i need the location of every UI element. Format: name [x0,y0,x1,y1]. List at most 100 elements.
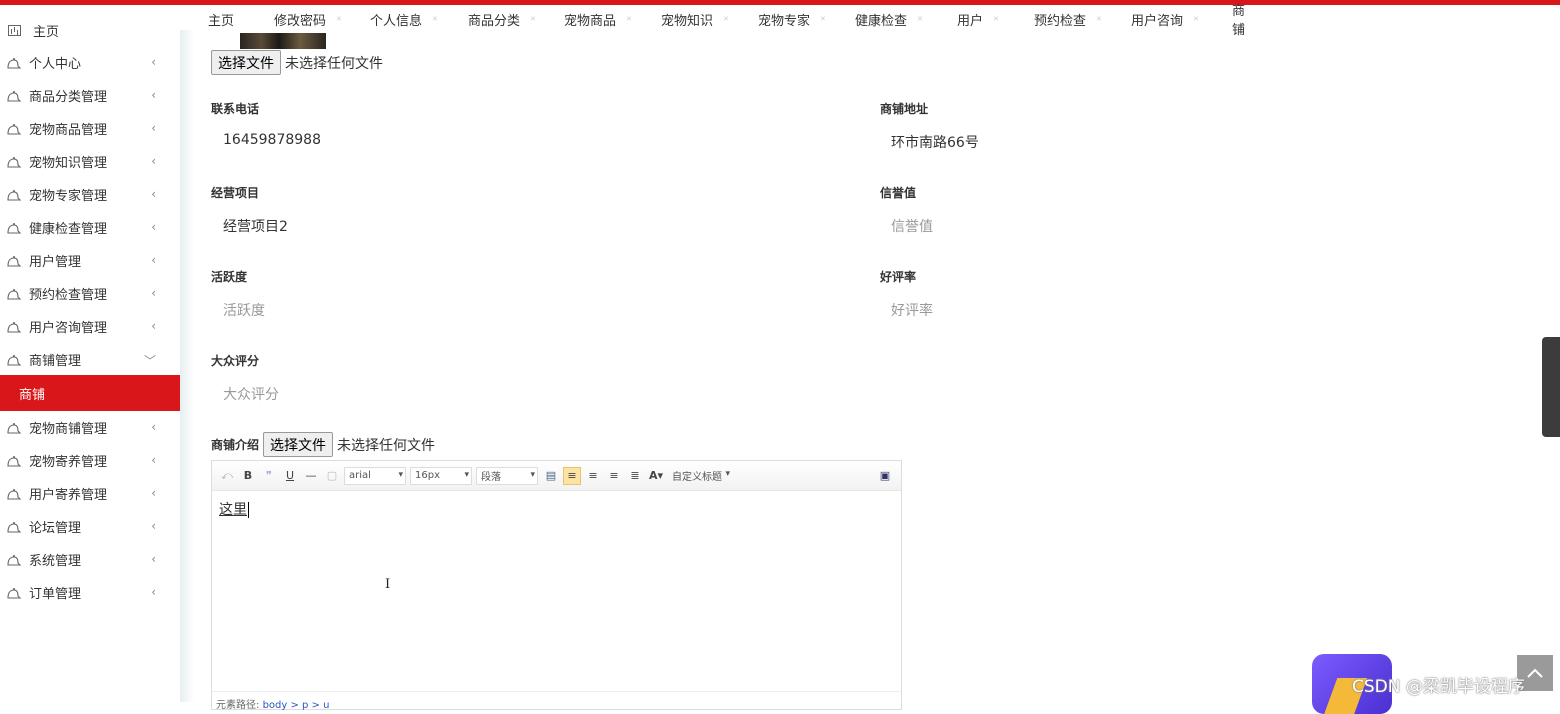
clear-format-icon[interactable]: ▢ [323,467,341,485]
editor-toolbar: ⤺ B ❞ U — ▢ arial 16px 段落 ▤ ≡ ≡ ≡ ≣ A▾ 自… [212,461,901,491]
choose-file-button[interactable]: 选择文件 [263,432,334,457]
business-field[interactable]: 经营项目2 [223,216,288,236]
sidebar-item[interactable]: 宠物寄养管理 ‹ [0,444,180,477]
sidebar-item[interactable]: 系统管理 ‹ [0,543,180,576]
sidebar-item[interactable]: 预约检查管理 ‹ [0,277,180,310]
sidebar-item-label: 用户管理 [29,255,82,270]
nav-tab[interactable]: 用户 ✕ [939,8,1016,30]
sidebar-divider [180,30,194,702]
chevron-down-icon: ﹀ [143,354,156,368]
scrollbar-thumb[interactable] [1542,337,1560,437]
paragraph-select[interactable]: 段落 [476,466,538,485]
font-color-icon[interactable]: A▾ [647,467,665,485]
menu-icon [6,57,22,69]
nav-tab[interactable]: 用户咨询 ✕ [1113,8,1214,30]
sidebar: 主页 个人中心 ‹ 商品分类管理 ‹ 宠物商品管理 ‹ 宠物知识管理 ‹ 宠物专家管理 ‹ 健康检查… [0,5,180,702]
activity-field[interactable]: 活跃度 [223,300,265,320]
align-right-icon[interactable]: ≡ [584,467,602,485]
font-size-select[interactable]: 16px [410,466,472,485]
sidebar-item[interactable]: 用户咨询管理 ‹ [0,310,180,343]
close-tab-icon[interactable]: ✕ [530,15,536,23]
close-tab-icon[interactable]: ✕ [917,15,923,23]
sidebar-item[interactable]: 个人中心 ‹ [0,46,180,79]
rating-field[interactable]: 好评率 [891,300,933,320]
menu-icon [6,554,22,566]
sidebar-item[interactable]: 宠物商铺管理 ‹ [0,411,180,444]
intro-label: 商铺介绍 [211,438,260,452]
credit-label: 信誉值 [880,186,917,200]
menu-icon [6,255,22,267]
sidebar-item[interactable]: 宠物知识管理 ‹ [0,145,180,178]
close-tab-icon[interactable]: ✕ [993,15,999,23]
custom-title-select[interactable]: 自定义标题 [668,467,732,485]
sidebar-item-label: 宠物专家管理 [29,189,108,204]
bold-icon[interactable]: B [239,467,257,485]
close-tab-icon[interactable]: ✕ [626,15,632,23]
align-left-icon[interactable]: ≡ [563,466,581,485]
close-tab-icon[interactable]: ✕ [723,15,729,23]
sidebar-item[interactable]: 论坛管理 ‹ [0,510,180,543]
sidebar-item[interactable]: 订单管理 ‹ [0,576,180,609]
nav-tab[interactable]: 商品分类 ✕ [450,8,546,30]
phone-field[interactable]: 16459878988 [223,132,321,148]
close-tab-icon[interactable]: ✕ [1193,15,1199,23]
intro-file-picker: 商铺介绍 选择文件 未选择任何文件 [211,432,435,457]
address-field[interactable]: 环市南路66号 [891,132,979,152]
editor-text: 这里 [219,502,249,518]
sidebar-item-home[interactable]: 主页 [0,19,180,41]
menu-icon [6,123,22,135]
nav-tab[interactable]: 宠物专家 ✕ [740,8,837,30]
rich-text-editor: ⤺ B ❞ U — ▢ arial 16px 段落 ▤ ≡ ≡ ≡ ≣ A▾ 自… [211,460,902,711]
nav-tab[interactable]: 个人信息 ✕ [352,8,450,30]
sidebar-item[interactable]: 用户管理 ‹ [0,244,180,277]
menu-icon [6,189,22,201]
nav-tab[interactable]: 修改密码 ✕ [256,8,352,30]
nav-tab[interactable]: 宠物商品 ✕ [546,8,643,30]
image-file-picker: 选择文件 未选择任何文件 [211,50,383,75]
close-tab-icon[interactable]: ✕ [820,15,826,23]
sidebar-item[interactable]: 宠物商品管理 ‹ [0,112,180,145]
close-tab-icon[interactable]: ✕ [1096,15,1102,23]
editor-content[interactable]: 这里 [212,491,901,527]
sidebar-item[interactable]: 商品分类管理 ‹ [0,79,180,112]
justify-icon[interactable]: ≣ [626,467,644,485]
nav-tab[interactable]: 商铺 [1214,4,1254,38]
table-icon[interactable]: ▤ [542,467,560,485]
nav-tab-label: 商铺 [1232,4,1246,38]
sidebar-item[interactable]: 健康检查管理 ‹ [0,211,180,244]
credit-field[interactable]: 信誉值 [891,216,933,236]
align-center-icon[interactable]: ≡ [605,467,623,485]
close-tab-icon[interactable]: ✕ [432,15,438,23]
nav-tab[interactable]: 主页 [190,8,256,30]
nav-tab-label: 主页 [208,13,235,29]
sidebar-item-shop[interactable]: 商铺 [0,375,180,411]
chevron-up-icon [1527,668,1543,678]
fullscreen-icon[interactable]: ▣ [876,467,894,485]
sidebar-item[interactable]: 用户寄养管理 ‹ [0,477,180,510]
sidebar-item-label: 商品分类管理 [29,90,108,105]
choose-file-button[interactable]: 选择文件 [211,50,281,75]
nav-tab[interactable]: 宠物知识 ✕ [643,8,740,30]
menu-icon [6,587,22,599]
quote-icon[interactable]: ❞ [260,467,278,485]
chevron-left-icon: ‹ [151,286,156,300]
menu-icon [6,288,22,300]
menu-icon [6,455,22,467]
underline-icon[interactable]: U [281,467,299,485]
score-field[interactable]: 大众评分 [223,384,279,404]
sidebar-item[interactable]: 商铺管理 ﹀ [0,343,180,376]
undo-icon[interactable]: ⤺ [218,467,236,485]
menu-icon [6,90,22,102]
nav-tab[interactable]: 健康检查 ✕ [837,8,939,30]
sidebar-item-label: 论坛管理 [29,521,82,536]
sidebar-item[interactable]: 宠物专家管理 ‹ [0,178,180,211]
menu-icon [6,222,22,234]
horizontal-rule-icon[interactable]: — [302,467,320,485]
sidebar-item-label: 宠物商铺管理 [29,422,108,437]
nav-tab-label: 宠物知识 [661,13,714,29]
nav-tab[interactable]: 预约检查 ✕ [1016,8,1113,30]
font-family-select[interactable]: arial [344,466,406,485]
chevron-left-icon: ‹ [151,486,156,500]
sidebar-item-label: 宠物寄养管理 [29,455,108,470]
close-tab-icon[interactable]: ✕ [336,15,342,23]
